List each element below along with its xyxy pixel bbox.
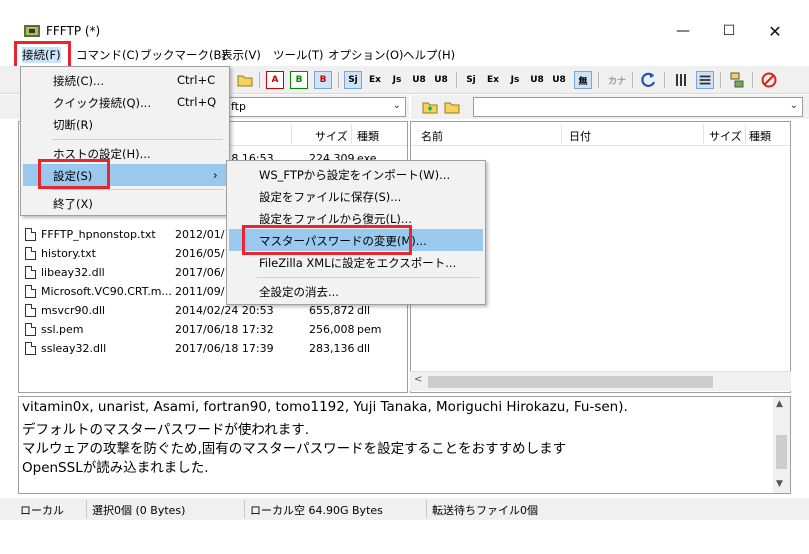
remote-column-header: 名前 日付 サイズ 種類 (411, 122, 790, 146)
local-kanji-jis-button[interactable]: Js (506, 71, 524, 89)
local-kanji-sjis-button[interactable]: Sj (462, 71, 480, 89)
local-kanji-utf8bom-button[interactable]: U8 (550, 71, 568, 89)
title-bar: FFFTP (*) — ☐ ✕ (0, 0, 809, 44)
local-kanji-utf8n-button[interactable]: U8 (528, 71, 546, 89)
chevron-down-icon: ⌄ (789, 100, 798, 111)
file-icon (25, 266, 36, 279)
log-line: マルウェアの攻撃を防ぐため,固有のマスターパスワードを設定することをおすすめしま… (22, 441, 567, 457)
auto-mode-button[interactable]: B (314, 71, 332, 89)
file-icon (25, 228, 36, 241)
parent-folder-icon[interactable] (421, 98, 439, 116)
log-panel[interactable]: vitamin0x, unarist, Asami, fortran90, to… (18, 396, 791, 494)
menu-item-save-settings[interactable]: 設定をファイルに保存(S)... (229, 185, 483, 207)
ffftp-app-icon (24, 25, 40, 37)
menu-item-import-wsftp[interactable]: WS_FTPから設定をインポート(W)... (229, 163, 483, 185)
binary-mode-button[interactable]: B (290, 71, 308, 89)
menu-view[interactable]: 表示(V) (221, 47, 261, 63)
table-row[interactable]: ssl.pem 2017/06/18 17:32 256,008 pem (19, 321, 407, 340)
menu-item-quick-connect[interactable]: クイック接続(Q)... Ctrl+Q (23, 91, 227, 113)
file-icon (25, 304, 36, 317)
menu-divider (51, 189, 223, 190)
minimize-button[interactable]: — (660, 18, 706, 44)
kanji-sjis-button[interactable]: Sj (344, 71, 362, 89)
maximize-button[interactable]: ☐ (706, 18, 752, 44)
kanji-utf8n-button[interactable]: U8 (410, 71, 428, 89)
local-path-text: ftp (231, 100, 246, 113)
column-size[interactable]: サイズ (709, 128, 742, 144)
status-queue: 転送待ちファイル0個 (432, 504, 538, 517)
sync-folders-icon[interactable] (728, 71, 746, 89)
close-button[interactable]: ✕ (752, 18, 798, 44)
menu-item-exit[interactable]: 終了(X) (23, 192, 227, 214)
file-icon (25, 342, 36, 355)
submenu-arrow-icon: › (213, 168, 218, 182)
log-line: vitamin0x, unarist, Asami, fortran90, to… (22, 399, 628, 415)
status-selected: 選択0個 (0 Bytes) (92, 504, 186, 517)
refresh-icon[interactable] (640, 71, 658, 89)
column-size[interactable]: サイズ (315, 128, 348, 144)
status-mode: ローカル (20, 504, 64, 517)
scroll-thumb[interactable] (428, 376, 713, 388)
log-vertical-scrollbar[interactable]: ▲ ▼ (773, 397, 790, 493)
file-icon (25, 285, 36, 298)
detail-view-icon[interactable] (696, 71, 714, 89)
log-line: デフォルトのマスターパスワードが使われます. (22, 422, 309, 438)
highlight-box-settings-item (38, 159, 110, 189)
chevron-down-icon: ⌄ (392, 100, 401, 111)
column-type[interactable]: 種類 (357, 128, 379, 144)
status-free-space: ローカル空 64.90G Bytes (250, 504, 383, 517)
menu-help[interactable]: ヘルプ(H) (403, 47, 455, 63)
open-folder-icon[interactable] (236, 71, 254, 89)
kanji-jis-button[interactable]: Js (388, 71, 406, 89)
menu-command[interactable]: コマンド(C) (76, 47, 139, 63)
menu-bar: 接続(F) コマンド(C) ブックマーク(B) 表示(V) ツール(T) オプシ… (0, 44, 809, 66)
menu-item-connect[interactable]: 接続(C)... Ctrl+C (23, 69, 227, 91)
menu-bookmark[interactable]: ブックマーク(B) (140, 47, 226, 63)
column-date[interactable]: 日付 (569, 128, 591, 144)
maximize-icon: ☐ (722, 23, 736, 39)
remote-address-bar: ⌄ (411, 95, 809, 119)
menu-divider (51, 139, 223, 140)
no-conversion-button[interactable]: 無 (574, 71, 592, 89)
remote-horizontal-scrollbar[interactable]: < (410, 371, 791, 391)
kanji-utf8bom-button[interactable]: U8 (432, 71, 450, 89)
status-bar: ローカル 選択0個 (0 Bytes) ローカル空 64.90G Bytes 転… (0, 498, 809, 520)
close-icon: ✕ (768, 21, 782, 41)
window-title: FFFTP (*) (46, 24, 101, 38)
remote-path-combo[interactable]: ⌄ (473, 97, 803, 117)
open-folder-icon[interactable] (443, 98, 461, 116)
menu-tools[interactable]: ツール(T) (273, 47, 324, 63)
stop-icon[interactable] (760, 71, 778, 89)
ascii-mode-button[interactable]: A (266, 71, 284, 89)
column-type[interactable]: 種類 (749, 128, 771, 144)
list-view-icon[interactable] (672, 71, 690, 89)
scroll-left-icon[interactable]: < (414, 374, 422, 385)
highlight-box-master-password (242, 225, 412, 255)
kanji-euc-button[interactable]: Ex (366, 71, 384, 89)
table-row[interactable]: ssleay32.dll 2017/06/18 17:39 283,136 dl… (19, 340, 407, 359)
minimize-icon: — (676, 23, 690, 39)
kana-conversion-button[interactable]: カナ (606, 71, 628, 89)
column-name[interactable]: 名前 (421, 128, 443, 144)
scroll-down-icon[interactable]: ▼ (776, 479, 783, 489)
file-icon (25, 323, 36, 336)
log-line: OpenSSLが読み込まれました. (22, 460, 209, 476)
scroll-thumb[interactable] (776, 435, 787, 469)
local-kanji-euc-button[interactable]: Ex (484, 71, 502, 89)
local-path-combo[interactable]: ftp ⌄ (226, 97, 406, 117)
menu-item-disconnect[interactable]: 切断(R) (23, 113, 227, 135)
menu-item-clear-all-settings[interactable]: 全設定の消去... (229, 280, 483, 302)
scroll-up-icon[interactable]: ▲ (776, 399, 783, 409)
file-icon (25, 247, 36, 260)
connect-menu: 接続(C)... Ctrl+C クイック接続(Q)... Ctrl+Q 切断(R… (20, 66, 230, 216)
menu-options[interactable]: オプション(O) (328, 47, 404, 63)
menu-divider (257, 277, 479, 278)
